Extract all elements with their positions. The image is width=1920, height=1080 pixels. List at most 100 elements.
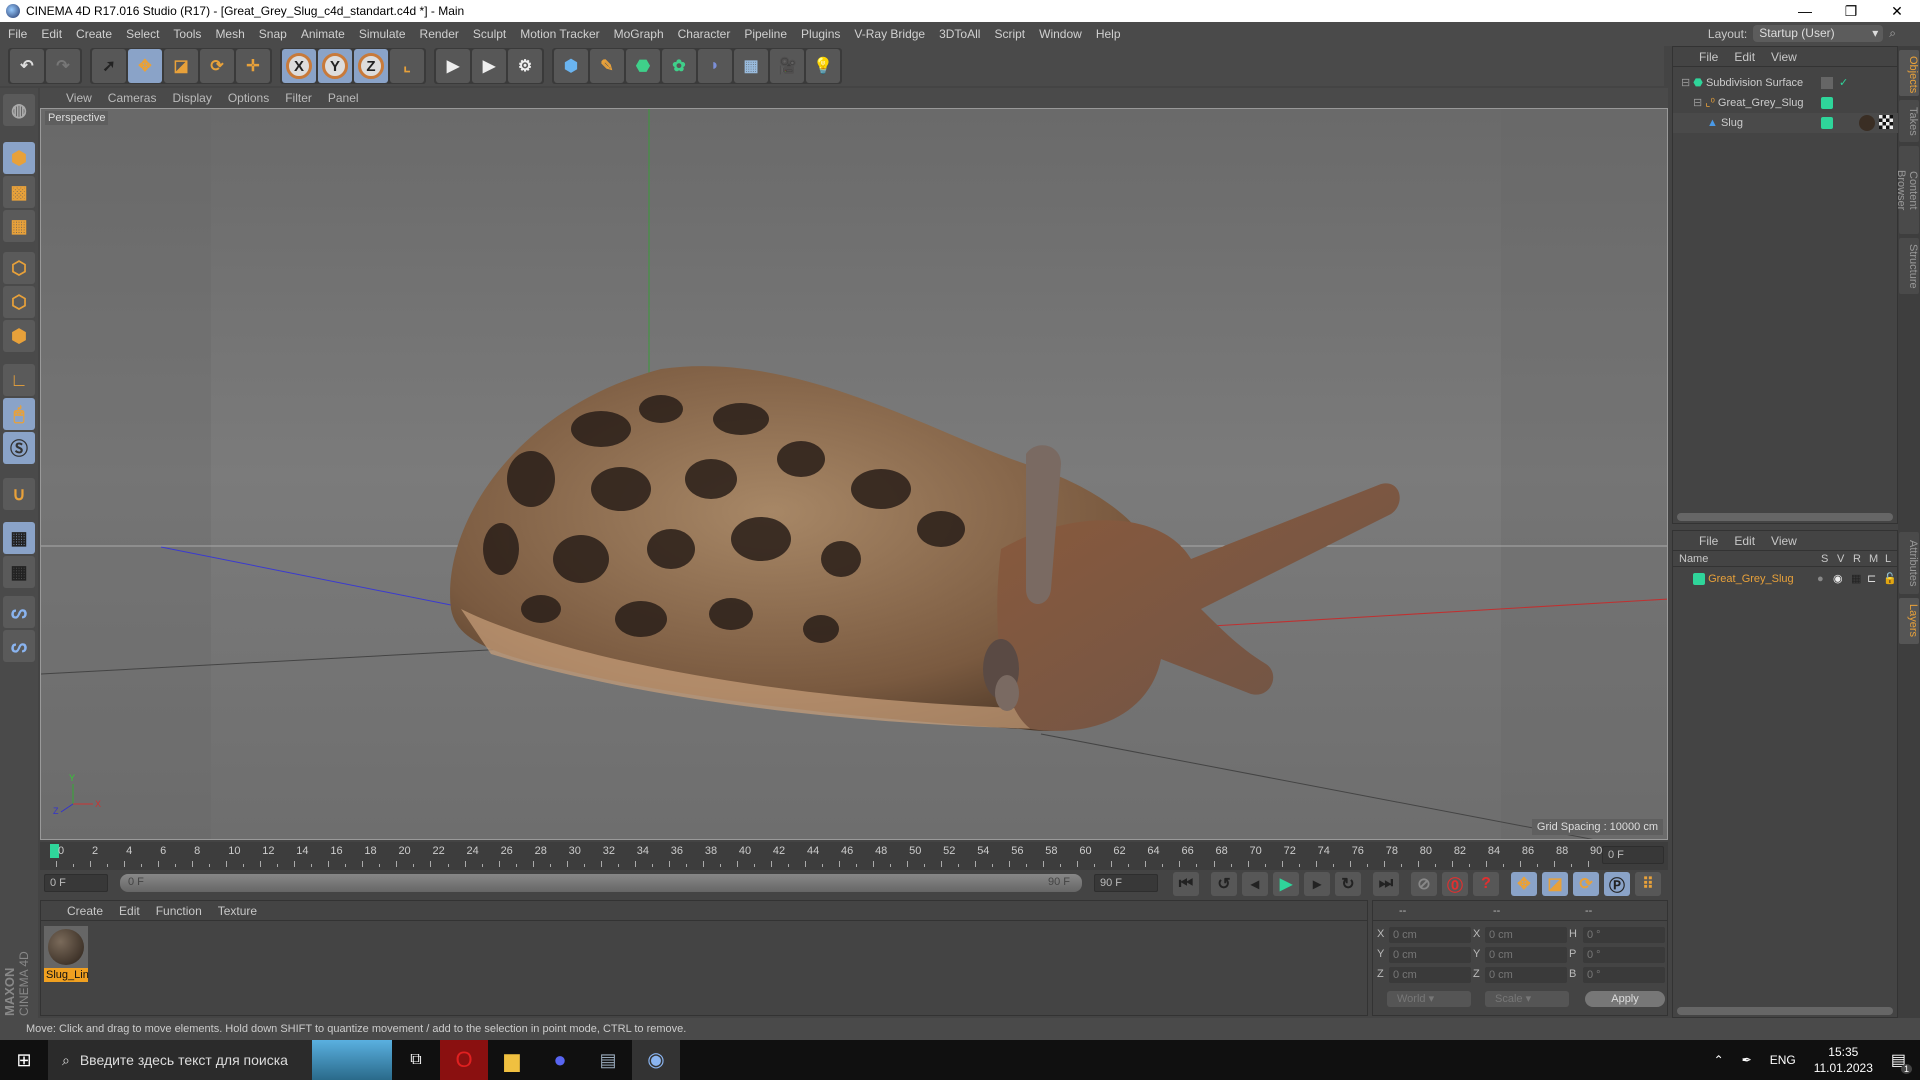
key-pla-icon[interactable]: ⠿ (1635, 872, 1661, 896)
layer-row[interactable]: Great_Grey_Slug ● ◉ ▦ ⊏ 🔓 (1673, 569, 1899, 589)
coordinate-mode-dropdown[interactable]: World ▾ (1387, 991, 1471, 1007)
menu-simulate[interactable]: Simulate (359, 27, 406, 41)
resource-monitor-icon[interactable]: ▤ (584, 1050, 632, 1071)
menu-character[interactable]: Character (678, 27, 731, 41)
apply-button[interactable]: Apply (1585, 991, 1665, 1007)
previous-key-icon[interactable]: ↺ (1211, 872, 1237, 896)
rotation-h-field[interactable]: 0 ° (1583, 927, 1665, 943)
menu-mograph[interactable]: MoGraph (614, 27, 664, 41)
size-x-field[interactable]: 0 cm (1485, 927, 1567, 943)
menu-mesh[interactable]: Mesh (215, 27, 244, 41)
object-menu-view[interactable]: View (1771, 50, 1797, 64)
polygons-mode-icon[interactable]: ⬢ (3, 320, 35, 352)
size-z-field[interactable]: 0 cm (1485, 967, 1567, 983)
menu-pipeline[interactable]: Pipeline (744, 27, 787, 41)
file-explorer-icon[interactable]: ▆ (488, 1048, 536, 1073)
viewport-menu-panel[interactable]: Panel (328, 91, 359, 105)
model-mode-icon[interactable]: ⬢ (3, 142, 35, 174)
tree-collapse-icon[interactable]: ⊟ (1693, 97, 1702, 109)
rotation-p-field[interactable]: 0 ° (1583, 947, 1665, 963)
previous-frame-icon[interactable]: ◂ (1242, 872, 1268, 896)
material-menu-edit[interactable]: Edit (119, 904, 140, 918)
menu-file[interactable]: File (8, 27, 27, 41)
tree-collapse-icon[interactable]: ⊟ (1681, 77, 1690, 89)
clock[interactable]: 15:35 11.01.2023 (1814, 1044, 1873, 1076)
menu-help[interactable]: Help (1096, 27, 1121, 41)
column-header-s[interactable]: S (1821, 553, 1828, 565)
render-picture-viewer-icon[interactable]: ▶ (472, 49, 506, 83)
layer-color-swatch[interactable] (1821, 97, 1833, 109)
z-axis-lock-button[interactable]: Z (354, 49, 388, 83)
solo-mode-icon[interactable]: Ⓢ (3, 432, 35, 464)
pen-icon[interactable]: ✒ (1742, 1053, 1752, 1067)
light-icon[interactable]: 💡 (806, 49, 840, 83)
cube-object-icon[interactable]: ⬢ (554, 49, 588, 83)
tab-layers[interactable]: Layers (1899, 598, 1919, 644)
discord-icon[interactable]: ● (536, 1047, 584, 1073)
tweak-mode-icon[interactable]: 🖱 (3, 398, 35, 430)
object-menu-file[interactable]: File (1699, 50, 1718, 64)
transform-mode-dropdown[interactable]: Scale ▾ (1485, 991, 1569, 1007)
material-slot[interactable]: Slug_Lin (44, 926, 89, 984)
enabled-check-icon[interactable]: ✓ (1839, 73, 1848, 93)
floor-icon[interactable]: ▦ (734, 49, 768, 83)
layer-color-swatch[interactable] (1693, 573, 1705, 586)
column-header-m[interactable]: M (1869, 553, 1878, 565)
go-to-end-icon[interactable]: ⏭ (1373, 872, 1399, 896)
solo-toggle-icon[interactable]: ● (1817, 569, 1824, 589)
layer-menu-edit[interactable]: Edit (1734, 534, 1755, 548)
current-frame-field[interactable]: 0 F (1602, 846, 1664, 864)
redo-icon[interactable]: ↷ (46, 49, 80, 83)
camera-icon[interactable]: 🎥 (770, 49, 804, 83)
size-y-field[interactable]: 0 cm (1485, 947, 1567, 963)
menu-window[interactable]: Window (1039, 27, 1082, 41)
render-view-icon[interactable]: ▶ (436, 49, 470, 83)
key-position-icon[interactable]: ✥ (1511, 872, 1537, 896)
layer-menu-view[interactable]: View (1771, 534, 1797, 548)
object-row-slug[interactable]: ▲ Slug (1673, 113, 1899, 133)
position-y-field[interactable]: 0 cm (1389, 947, 1471, 963)
viewport-menu-filter[interactable]: Filter (285, 91, 312, 105)
points-mode-icon[interactable]: ⬡ (3, 252, 35, 284)
tab-structure[interactable]: Structure (1899, 238, 1919, 294)
edges-mode-icon[interactable]: ⬡ (3, 286, 35, 318)
texture-mode-icon[interactable]: ▩ (3, 176, 35, 208)
python-script-icon[interactable]: ᔕ (3, 630, 35, 662)
viewport-menu-cameras[interactable]: Cameras (108, 91, 157, 105)
material-tag-icon[interactable] (1859, 115, 1875, 131)
autokey-icon[interactable]: ⓪ (1442, 872, 1468, 896)
tab-objects[interactable]: Objects (1899, 50, 1919, 96)
key-rotation-icon[interactable]: ⟳ (1573, 872, 1599, 896)
layer-color-swatch[interactable] (1821, 117, 1833, 129)
menu-tools[interactable]: Tools (173, 27, 201, 41)
layout-dropdown[interactable]: Startup (User) ▾ (1753, 25, 1884, 42)
lock-icon[interactable]: 🔓 (1883, 569, 1897, 589)
next-key-icon[interactable]: ↻ (1335, 872, 1361, 896)
live-selection-icon[interactable]: ➚ (92, 49, 126, 83)
scale-tool-icon[interactable]: ◪ (164, 49, 198, 83)
menu-v-ray-bridge[interactable]: V-Ray Bridge (854, 27, 925, 41)
horizontal-scrollbar[interactable] (1677, 1007, 1893, 1015)
snap-magnet-icon[interactable]: ∪ (3, 478, 35, 510)
python-icon[interactable]: ᔕ (3, 596, 35, 628)
make-editable-icon[interactable]: ◍ (3, 94, 35, 126)
subdivision-surface-icon[interactable]: ⬣ (626, 49, 660, 83)
viewport-perspective[interactable]: Y X Z Perspective Grid Spacing : 10000 c… (40, 108, 1668, 840)
object-row-great-grey-slug[interactable]: ⊟ ⌞⁰ Great_Grey_Slug (1673, 93, 1899, 113)
menu-script[interactable]: Script (994, 27, 1025, 41)
viewport-menu-view[interactable]: View (66, 91, 92, 105)
next-frame-icon[interactable]: ▸ (1304, 872, 1330, 896)
viewport-menu-display[interactable]: Display (172, 91, 211, 105)
tab-attributes[interactable]: Attributes (1899, 532, 1919, 594)
notifications-icon[interactable]: ▤ 1 (1891, 1050, 1912, 1074)
column-header-l[interactable]: L (1885, 553, 1891, 565)
tab-takes[interactable]: Takes (1899, 100, 1919, 142)
object-menu-edit[interactable]: Edit (1734, 50, 1755, 64)
search-icon[interactable]: ⌕ (1889, 26, 1896, 41)
y-axis-lock-button[interactable]: Y (318, 49, 352, 83)
coordinate-system-icon[interactable]: ⌞ (390, 49, 424, 83)
uvw-tag-icon[interactable] (1879, 115, 1893, 129)
slug-model[interactable] (450, 366, 1400, 731)
rotate-tool-icon[interactable]: ⟳ (200, 49, 234, 83)
pen-spline-icon[interactable]: ✎ (590, 49, 624, 83)
